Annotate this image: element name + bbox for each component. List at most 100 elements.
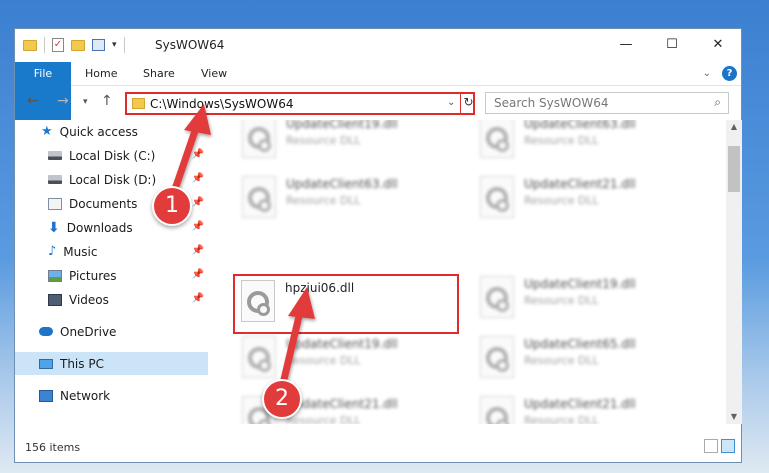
sidebar-item-this-pc[interactable]: This PC — [15, 352, 208, 375]
tab-share[interactable]: Share — [143, 62, 175, 86]
sidebar-item-label: Downloads — [66, 220, 133, 235]
sidebar-item-label: Network — [60, 388, 111, 403]
file-type: Resource DLL — [286, 134, 361, 147]
sidebar-item-videos[interactable]: Videos 📌 — [15, 288, 208, 311]
file-name: UpdateClient21.dll — [286, 397, 398, 411]
dll-file-icon — [480, 396, 514, 424]
toolbar-separator — [44, 37, 45, 53]
quick-access-toolbar: ✓ ▾ — [23, 37, 125, 53]
sidebar-item-local-disk-c[interactable]: Local Disk (C:) 📌 — [15, 144, 208, 167]
download-icon: ⬇ — [48, 219, 60, 236]
dll-file-icon — [480, 276, 514, 318]
sidebar-item-label: This PC — [60, 356, 104, 371]
up-arrow-icon[interactable]: ↑ — [101, 93, 113, 109]
pin-icon[interactable]: 📌 — [192, 293, 204, 304]
item-count: 156 items — [25, 441, 81, 454]
recent-locations-chevron-icon[interactable]: ▾ — [83, 97, 88, 107]
file-type: Resource DLL — [524, 134, 599, 147]
maximize-button[interactable]: ☐ — [649, 29, 695, 60]
tab-home[interactable]: Home — [85, 62, 117, 86]
search-box[interactable]: ⌕ — [485, 92, 729, 114]
view-switcher — [704, 439, 735, 453]
sidebar-item-onedrive[interactable]: OneDrive — [15, 320, 208, 343]
new-folder-icon[interactable] — [71, 39, 85, 51]
vertical-scrollbar[interactable]: ▲ ▼ — [726, 120, 742, 424]
close-button[interactable]: ✕ — [695, 29, 741, 60]
network-icon — [39, 389, 53, 402]
sidebar-item-label: Videos — [69, 292, 109, 307]
navigation-bar: ← → ▾ ↑ C:\Windows\SysWOW64 ⌄ ↻ ⌕ — [15, 86, 741, 120]
pin-icon[interactable]: 📌 — [192, 269, 204, 280]
details-view-icon[interactable] — [704, 439, 718, 453]
search-icon[interactable]: ⌕ — [714, 95, 721, 110]
sidebar-item-label: Music — [63, 244, 98, 259]
file-type: Resource DLL — [524, 294, 599, 307]
pin-icon[interactable]: 📌 — [192, 173, 204, 184]
customize-toolbar-chevron-icon[interactable]: ▾ — [112, 40, 117, 50]
file-type: Resource DLL — [286, 414, 361, 424]
file-item[interactable]: UpdateClient65.dll Resource DLL — [472, 330, 702, 388]
file-item[interactable]: UpdateClient21.dll Resource DLL — [472, 390, 702, 424]
folder-icon — [23, 39, 37, 51]
pictures-icon — [48, 269, 62, 282]
file-item[interactable]: UpdateClient63.dll Resource DLL — [234, 170, 464, 228]
sidebar-item-label: Local Disk (D:) — [69, 172, 157, 187]
music-icon: ♪ — [48, 243, 57, 259]
file-item[interactable]: UpdateClient19.dll Resource DLL — [234, 330, 464, 388]
pin-icon[interactable]: 📌 — [192, 149, 204, 160]
scroll-down-icon[interactable]: ▼ — [726, 410, 742, 424]
back-arrow-icon[interactable]: ← — [27, 93, 39, 109]
window-title: SysWOW64 — [155, 38, 225, 52]
scroll-up-icon[interactable]: ▲ — [726, 120, 742, 134]
file-name: UpdateClient21.dll — [524, 177, 636, 191]
videos-icon — [48, 293, 62, 306]
file-name: UpdateClient19.dll — [286, 120, 398, 131]
sidebar-item-label: Documents — [69, 196, 138, 211]
large-icons-view-icon[interactable] — [721, 439, 735, 453]
scrollbar-thumb[interactable] — [728, 146, 740, 192]
file-item[interactable]: UpdateClient63.dll Resource DLL — [472, 120, 702, 168]
dll-file-icon — [480, 336, 514, 378]
file-name: UpdateClient19.dll — [286, 337, 398, 351]
pin-icon[interactable]: 📌 — [192, 221, 204, 232]
address-history-chevron-icon[interactable]: ⌄ — [447, 97, 455, 108]
forward-arrow-icon[interactable]: → — [57, 93, 69, 109]
sidebar-item-label: Pictures — [69, 268, 117, 283]
window-controls: — ☐ ✕ — [603, 29, 741, 60]
computer-icon — [39, 358, 53, 369]
sidebar-item-music[interactable]: ♪ Music 📌 — [15, 240, 208, 263]
pin-icon[interactable]: 📌 — [192, 245, 204, 256]
address-path[interactable]: C:\Windows\SysWOW64 — [150, 97, 294, 111]
search-input[interactable] — [494, 93, 704, 113]
file-type: Resource DLL — [524, 414, 599, 424]
status-bar: 156 items — [15, 434, 741, 462]
help-icon[interactable]: ? — [722, 66, 737, 81]
sidebar-item-label: Local Disk (C:) — [69, 148, 156, 163]
pin-icon[interactable]: 📌 — [192, 197, 204, 208]
file-name: UpdateClient65.dll — [524, 337, 636, 351]
minimize-button[interactable]: — — [603, 29, 649, 60]
sidebar-item-network[interactable]: Network — [15, 384, 208, 407]
sidebar-item-quick-access[interactable]: ★ Quick access — [15, 120, 208, 143]
tab-view[interactable]: View — [201, 62, 227, 86]
disk-icon — [48, 151, 62, 160]
dll-file-icon — [480, 120, 514, 158]
refresh-icon[interactable]: ↻ — [460, 92, 476, 115]
toolbar-separator — [123, 37, 125, 53]
disk-icon — [48, 175, 62, 184]
sidebar-item-pictures[interactable]: Pictures 📌 — [15, 264, 208, 287]
properties-icon[interactable] — [92, 39, 105, 51]
file-item[interactable]: UpdateClient19.dll Resource DLL — [234, 120, 464, 168]
expand-ribbon-chevron-icon[interactable]: ⌄ — [703, 68, 711, 79]
properties-check-icon[interactable]: ✓ — [52, 38, 64, 52]
file-item[interactable]: UpdateClient21.dll Resource DLL — [472, 170, 702, 228]
sidebar-item-label: OneDrive — [60, 324, 117, 339]
ribbon: File Home Share View ⌄ ? — [15, 62, 741, 120]
navigation-pane: ★ Quick access Local Disk (C:) 📌 Local D… — [15, 120, 208, 424]
step-badge-1: 1 — [152, 186, 192, 226]
address-bar[interactable]: C:\Windows\SysWOW64 ⌄ ↻ — [125, 92, 475, 115]
documents-icon — [48, 197, 62, 210]
sidebar-item-label: Quick access — [59, 124, 138, 139]
file-item-hpzjui06[interactable]: hpzjui06.dll — [233, 274, 459, 334]
file-item[interactable]: UpdateClient19.dll Resource DLL — [472, 270, 702, 328]
